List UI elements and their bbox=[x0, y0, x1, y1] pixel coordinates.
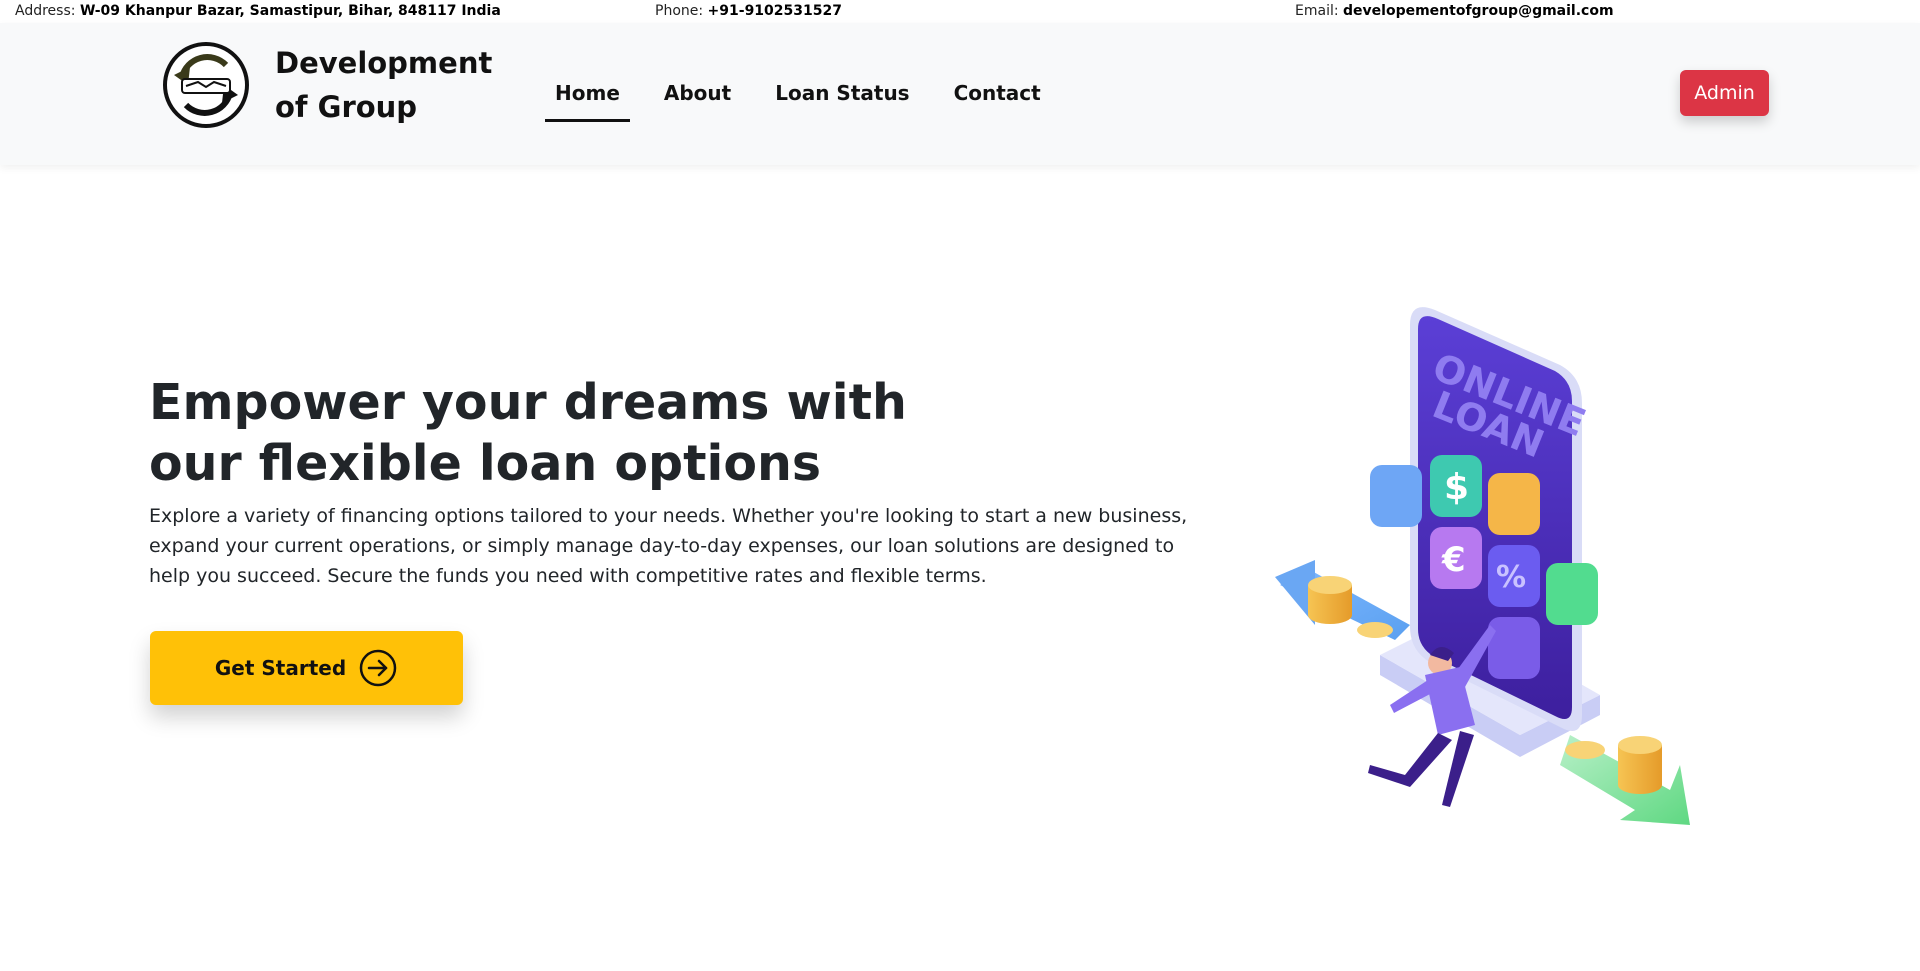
hero-title: Empower your dreams with our flexible lo… bbox=[149, 372, 909, 494]
svg-text:$: $ bbox=[1444, 467, 1469, 508]
nav-contact[interactable]: Contact bbox=[944, 73, 1051, 113]
brand-name[interactable]: Development of Group bbox=[275, 41, 495, 129]
handshake-arrows-icon[interactable] bbox=[160, 39, 252, 131]
address-label: Address: bbox=[15, 3, 76, 19]
nav-home[interactable]: Home bbox=[545, 73, 630, 122]
email-label: Email: bbox=[1295, 3, 1339, 19]
site-header: Development of Group Home About Loan Sta… bbox=[0, 23, 1920, 165]
get-started-label: Get Started bbox=[214, 656, 347, 680]
phone-label: Phone: bbox=[655, 3, 704, 19]
phone-value: +91-9102531527 bbox=[707, 3, 842, 19]
email-value: developementofgroup@gmail.com bbox=[1343, 3, 1614, 19]
arrow-right-circle-icon bbox=[358, 648, 398, 688]
hero-title-line-2: our flexible loan options bbox=[149, 435, 822, 492]
online-loan-illustration: ONLINE LOAN $ € % bbox=[1270, 295, 1710, 835]
admin-button[interactable]: Admin bbox=[1680, 70, 1769, 116]
address-info: Address: W-09 Khanpur Bazar, Samastipur,… bbox=[15, 3, 501, 19]
contact-info-bar: Address: W-09 Khanpur Bazar, Samastipur,… bbox=[0, 0, 1920, 23]
svg-text:%: % bbox=[1496, 560, 1526, 595]
nav-about[interactable]: About bbox=[654, 73, 741, 113]
phone-info: Phone: +91-9102531527 bbox=[655, 3, 842, 19]
brand-line-2: of Group bbox=[275, 90, 418, 124]
address-value: W-09 Khanpur Bazar, Samastipur, Bihar, 8… bbox=[79, 3, 501, 19]
get-started-button[interactable]: Get Started bbox=[150, 631, 463, 705]
brand-line-1: Development bbox=[275, 46, 493, 80]
hero-description: Explore a variety of financing options t… bbox=[149, 505, 1188, 587]
main-nav: Home About Loan Status Contact bbox=[545, 73, 1075, 122]
nav-loan-status[interactable]: Loan Status bbox=[765, 73, 919, 113]
email-info: Email: developementofgroup@gmail.com bbox=[1295, 3, 1614, 19]
svg-text:€: € bbox=[1441, 540, 1466, 580]
hero-title-line-1: Empower your dreams with bbox=[149, 374, 907, 431]
